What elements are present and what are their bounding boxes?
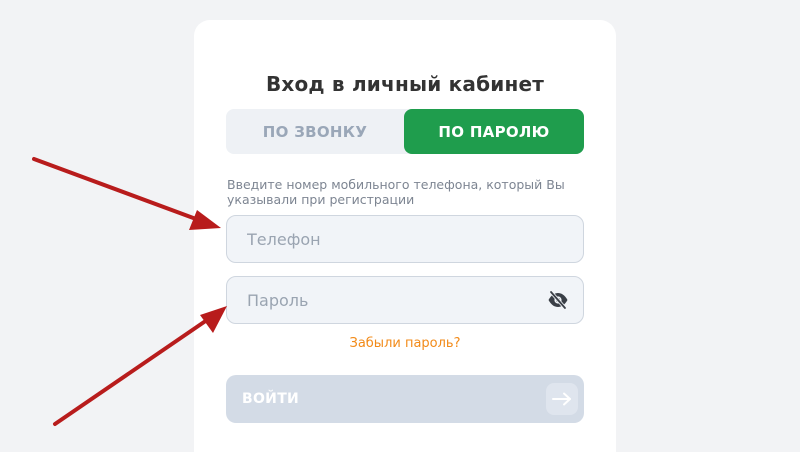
login-button[interactable]: ВОЙТИ [226, 375, 584, 423]
password-input[interactable] [227, 277, 583, 323]
forgot-password-link[interactable]: Забыли пароль? [194, 336, 616, 351]
arrow-right-icon [546, 383, 578, 415]
eye-slash-icon[interactable] [547, 290, 569, 310]
tab-by-password[interactable]: ПО ПАРОЛЮ [404, 109, 584, 154]
login-card: Вход в личный кабинет ПО ЗВОНКУ ПО ПАРОЛ… [194, 20, 616, 452]
page-title: Вход в личный кабинет [265, 72, 545, 96]
login-method-tabs: ПО ЗВОНКУ ПО ПАРОЛЮ [226, 109, 584, 154]
phone-input[interactable] [227, 216, 583, 262]
annotation-arrow-phone [32, 157, 221, 230]
login-button-label: ВОЙТИ [242, 391, 300, 407]
phone-field [226, 215, 584, 263]
password-field [226, 276, 584, 324]
tab-by-call[interactable]: ПО ЗВОНКУ [226, 109, 404, 154]
phone-hint-text: Введите номер мобильного телефона, котор… [227, 177, 565, 207]
